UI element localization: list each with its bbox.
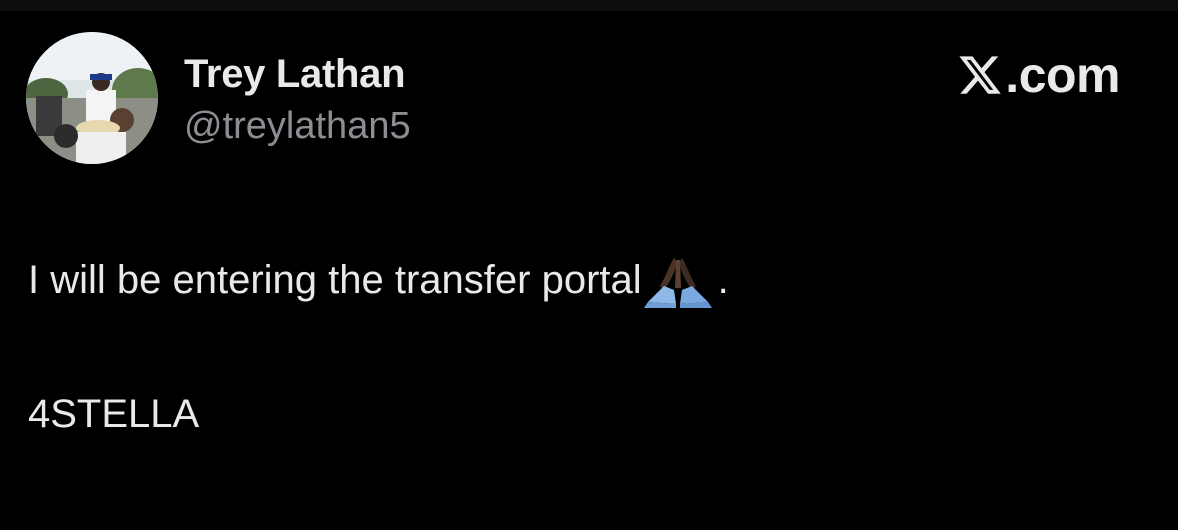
folded-hands-icon	[643, 258, 712, 308]
brand-domain-label: .com	[1005, 47, 1120, 103]
tweet-line-2: 4STELLA	[28, 392, 200, 436]
x-logo-icon	[959, 56, 1002, 94]
tweet-body: I will be entering the transfer portal .	[28, 250, 1148, 308]
user-handle[interactable]: @treylathan5	[184, 105, 411, 148]
top-divider	[0, 0, 1178, 11]
display-name[interactable]: Trey Lathan	[184, 52, 406, 97]
brand-logo: .com	[957, 46, 1120, 104]
tweet-text-main: I will be entering the transfer portal	[28, 258, 642, 302]
avatar-photo	[26, 32, 158, 164]
tweet-line-1: I will be entering the transfer portal .	[28, 250, 1148, 308]
tweet-text-period: .	[717, 258, 729, 302]
avatar[interactable]	[26, 32, 158, 164]
